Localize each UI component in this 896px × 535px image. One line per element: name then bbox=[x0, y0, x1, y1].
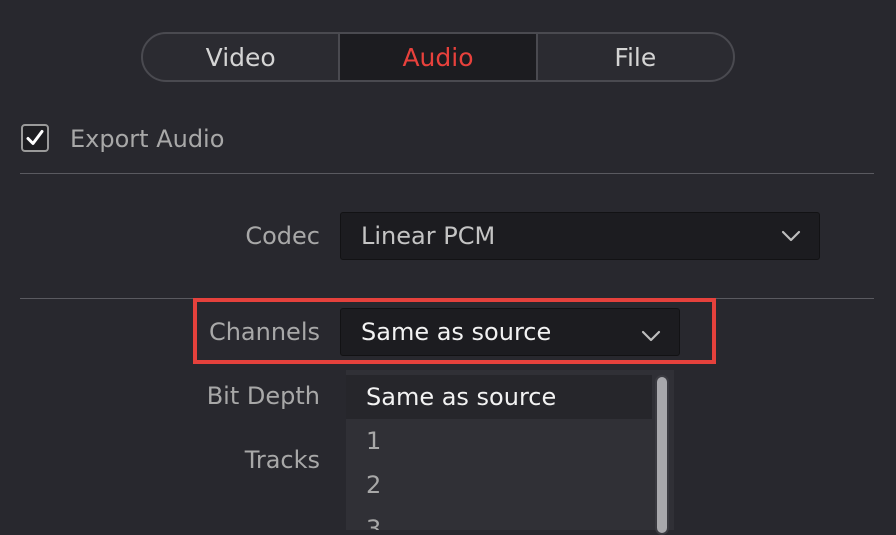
dropdown-option[interactable]: 2 bbox=[346, 463, 652, 507]
export-audio-label: Export Audio bbox=[70, 125, 225, 153]
dropdown-option[interactable]: 3 bbox=[346, 507, 652, 530]
section-divider bbox=[20, 173, 874, 174]
tab-video[interactable]: Video bbox=[143, 34, 338, 80]
tab-file[interactable]: File bbox=[535, 34, 733, 80]
tab-audio[interactable]: Audio bbox=[338, 34, 536, 80]
dropdown-option[interactable]: Same as source bbox=[346, 375, 652, 419]
export-audio-checkbox[interactable] bbox=[21, 124, 49, 152]
chevron-down-icon bbox=[781, 230, 801, 242]
dropdown-option[interactable]: 1 bbox=[346, 419, 652, 463]
channels-dropdown-list: Same as source 1 2 3 bbox=[346, 370, 674, 530]
checkmark-icon bbox=[26, 130, 44, 145]
codec-value: Linear PCM bbox=[361, 222, 496, 250]
codec-select[interactable]: Linear PCM bbox=[340, 212, 820, 260]
tracks-label: Tracks bbox=[244, 446, 320, 474]
tab-bar: Video Audio File bbox=[141, 32, 735, 82]
codec-label: Codec bbox=[245, 222, 320, 250]
bit-depth-label: Bit Depth bbox=[206, 382, 320, 410]
channels-highlight-box bbox=[193, 298, 716, 364]
dropdown-scrollbar[interactable] bbox=[655, 375, 669, 535]
